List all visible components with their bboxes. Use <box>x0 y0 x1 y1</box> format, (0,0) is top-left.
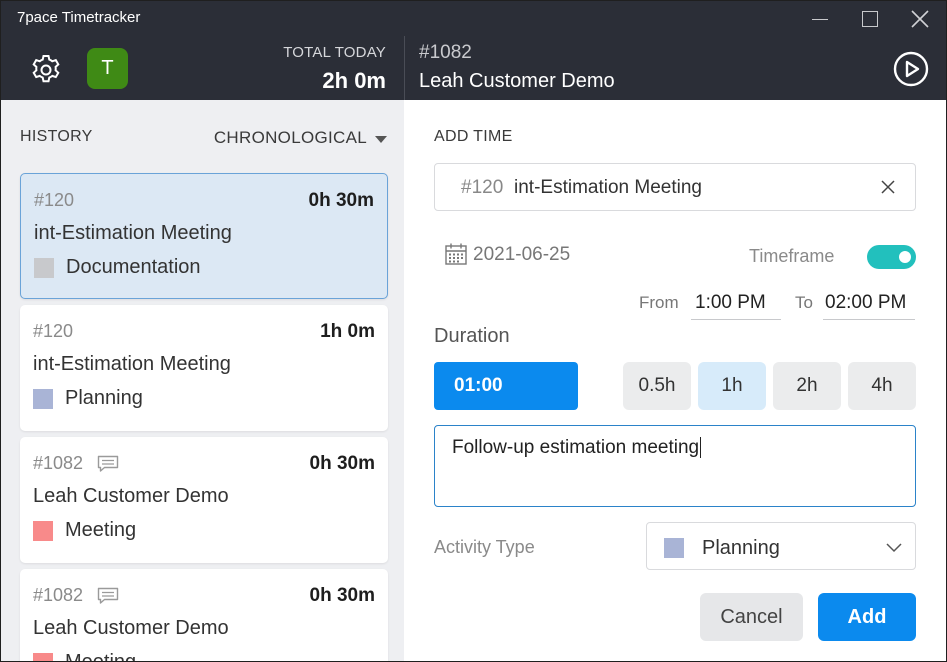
comment-icon <box>97 455 119 472</box>
close-button[interactable] <box>897 1 943 36</box>
add-time-label: ADD TIME <box>434 128 513 145</box>
title-bar: 7pace Timetracker <box>1 1 946 36</box>
work-item-number: #120 <box>461 177 504 198</box>
caret-down-icon <box>375 135 387 143</box>
history-entry[interactable]: #120 1h 0m int-Estimation Meeting Planni… <box>20 305 388 431</box>
comment-input[interactable]: Follow-up estimation meeting <box>434 425 916 507</box>
quick-duration-0-5h[interactable]: 0.5h <box>623 362 691 410</box>
maximize-icon <box>862 10 878 27</box>
history-entry[interactable]: #120 0h 30m int-Estimation Meeting Docum… <box>20 173 388 299</box>
date-field[interactable]: 2021-06-25 <box>473 244 570 266</box>
to-time-input[interactable]: 02:00 PM <box>823 290 915 320</box>
entry-title: Leah Customer Demo <box>33 617 229 639</box>
entry-activity: Meeting <box>33 651 136 661</box>
entry-title: Leah Customer Demo <box>33 485 229 507</box>
quick-duration-4h[interactable]: 4h <box>848 362 916 410</box>
work-item-name: int-Estimation Meeting <box>514 177 702 198</box>
chevron-down-icon <box>886 543 902 553</box>
app-title: 7pace Timetracker <box>17 9 141 26</box>
app-window: 7pace Timetracker T TOTAL TODAY 2h 0m #1… <box>0 0 947 662</box>
work-item-field[interactable]: #120 int-Estimation Meeting <box>434 163 916 211</box>
toggle-knob <box>899 251 911 263</box>
history-panel: HISTORY CHRONOLOGICAL #120 0h 30m int-Es… <box>1 100 404 661</box>
current-work-item-title: Leah Customer Demo <box>419 70 615 92</box>
duration-label: Duration <box>434 325 510 347</box>
minimize-icon <box>812 19 828 20</box>
avatar[interactable]: T <box>87 48 128 89</box>
from-time-input[interactable]: 1:00 PM <box>691 290 781 320</box>
maximize-button[interactable] <box>847 1 893 36</box>
quick-duration-2h[interactable]: 2h <box>773 362 841 410</box>
close-icon <box>911 9 929 28</box>
activity-swatch <box>33 520 53 541</box>
duration-input[interactable]: 01:00 <box>434 362 578 410</box>
activity-type-value: Planning <box>702 537 780 559</box>
header-divider <box>404 36 405 100</box>
history-label: HISTORY <box>20 128 93 145</box>
app-header: T TOTAL TODAY 2h 0m #1082 Leah Customer … <box>1 36 946 100</box>
entry-duration: 0h 30m <box>309 453 375 474</box>
timeframe-label: Timeframe <box>749 246 835 266</box>
entry-duration: 0h 30m <box>309 585 375 606</box>
entry-id: #1082 <box>33 453 119 474</box>
entry-title: int-Estimation Meeting <box>33 353 231 375</box>
minimize-button[interactable] <box>797 1 843 36</box>
entry-title: int-Estimation Meeting <box>34 222 232 244</box>
activity-swatch <box>664 538 684 558</box>
entry-duration: 0h 30m <box>308 190 374 211</box>
history-entry[interactable]: #1082 0h 30m Leah Customer Demo Meeting <box>20 437 388 563</box>
history-entry[interactable]: #1082 0h 30m Leah Customer Demo Meeting <box>20 569 388 661</box>
timeframe-toggle[interactable] <box>867 245 916 269</box>
entry-activity: Planning <box>33 387 143 410</box>
from-label: From <box>639 293 679 312</box>
activity-swatch <box>34 257 54 278</box>
entry-id: #1082 <box>33 585 119 606</box>
to-label: To <box>795 293 813 312</box>
gear-icon[interactable] <box>29 53 63 87</box>
activity-swatch <box>33 388 53 409</box>
clear-icon[interactable] <box>879 178 897 196</box>
entry-activity: Documentation <box>34 256 201 279</box>
comment-icon <box>97 587 119 604</box>
current-work-item-id: #1082 <box>419 42 472 63</box>
activity-type-label: Activity Type <box>434 537 535 557</box>
total-today-label: TOTAL TODAY <box>283 44 386 61</box>
play-circle-icon[interactable] <box>893 51 929 87</box>
quick-duration-1h[interactable]: 1h <box>698 362 766 410</box>
entry-id: #120 <box>33 321 74 341</box>
entry-id: #120 <box>34 190 75 210</box>
text-cursor <box>700 437 702 458</box>
activity-swatch <box>33 652 53 661</box>
sort-label: CHRONOLOGICAL <box>213 128 367 147</box>
total-today-value: 2h 0m <box>322 68 386 93</box>
cancel-button[interactable]: Cancel <box>700 593 803 641</box>
add-button[interactable]: Add <box>818 593 916 641</box>
activity-type-select[interactable]: Planning <box>646 522 916 570</box>
entry-activity: Meeting <box>33 519 136 542</box>
entry-duration: 1h 0m <box>320 321 375 342</box>
calendar-icon[interactable] <box>444 242 468 266</box>
sort-dropdown[interactable]: CHRONOLOGICAL <box>214 128 387 148</box>
